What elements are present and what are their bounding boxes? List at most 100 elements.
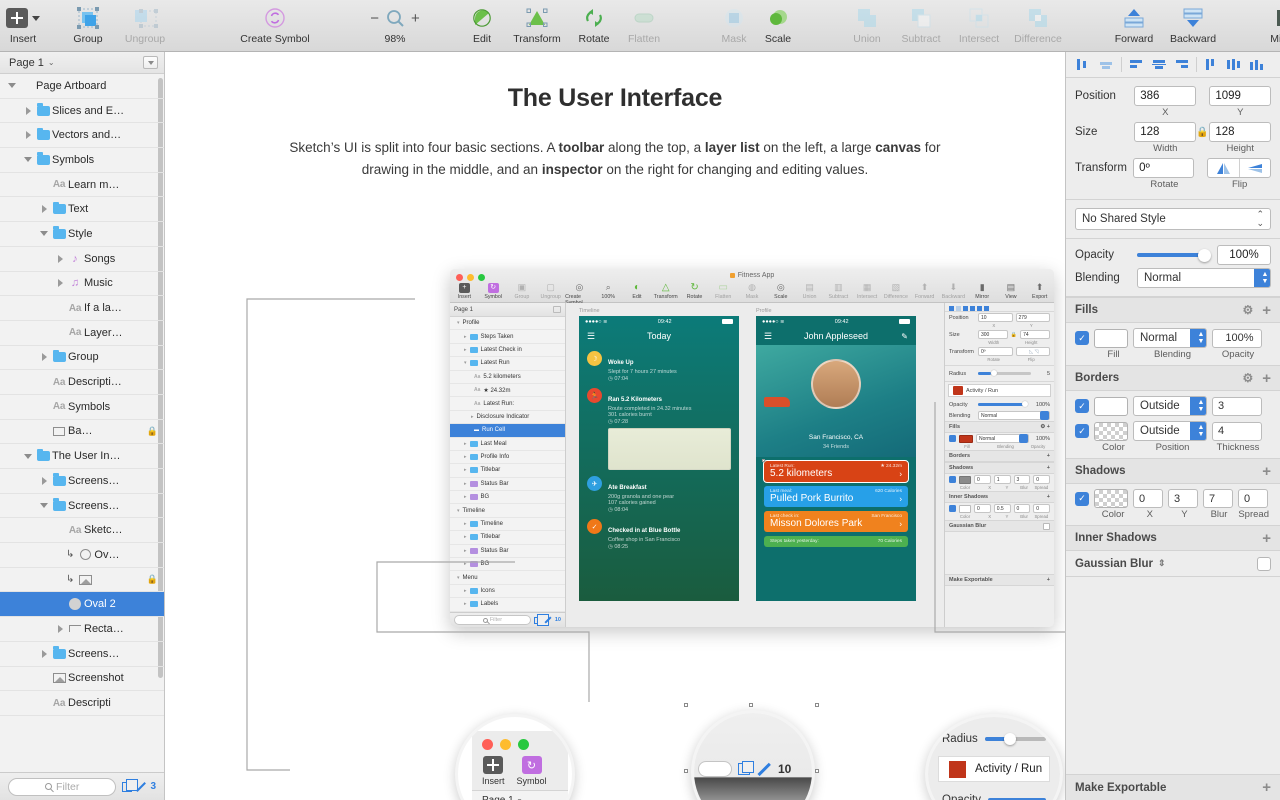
- fill-blending-select[interactable]: Normal ▲ ▼: [1133, 328, 1207, 348]
- gear-icon[interactable]: ⚙: [1242, 371, 1253, 385]
- toolbar-intersect-button[interactable]: Intersect: [950, 0, 1008, 46]
- layer-row[interactable]: Ba… 🔒: [0, 420, 164, 445]
- layer-row[interactable]: Screenshot: [0, 667, 164, 692]
- page-selector-bar[interactable]: Page 1 ⌄: [0, 52, 164, 74]
- layer-row[interactable]: Style: [0, 222, 164, 247]
- layer-row[interactable]: Aa Sketc…: [0, 518, 164, 544]
- duplicate-icon[interactable]: [738, 760, 754, 775]
- stepper-icon[interactable]: ▲ ▼: [1190, 329, 1206, 347]
- mini-toolbar-item[interactable]: ◐ Edit: [623, 281, 652, 300]
- callout-insert-button[interactable]: Insert: [482, 756, 505, 786]
- layer-row[interactable]: ↳ Ov…: [0, 543, 164, 568]
- toolbar-forward-button[interactable]: Forward: [1106, 0, 1162, 46]
- align-top-icon[interactable]: [1127, 57, 1147, 73]
- toolbar-subtract-button[interactable]: Subtract: [892, 0, 950, 46]
- toolbar-scale-button[interactable]: Scale: [756, 0, 800, 46]
- height-input[interactable]: 128: [1209, 122, 1271, 142]
- mini-toolbar-item[interactable]: △ Transform: [651, 281, 680, 300]
- toolbar-ungroup-button[interactable]: Ungroup: [114, 0, 176, 46]
- border-position-select[interactable]: Outside ▲ ▼: [1133, 421, 1207, 441]
- callout-page-bar[interactable]: Page 1▾: [472, 790, 568, 800]
- toolbar-transform-button[interactable]: Transform: [504, 0, 570, 46]
- layer-row[interactable]: Recta…: [0, 617, 164, 642]
- mini-toolbar-item[interactable]: ↻ Symbol: [479, 281, 508, 300]
- pencil-icon[interactable]: [757, 762, 771, 776]
- opacity-slider[interactable]: [1137, 245, 1211, 265]
- disclosure-triangle[interactable]: [54, 279, 66, 288]
- layer-row[interactable]: Oval 2: [0, 592, 164, 618]
- gaussian-blur-label[interactable]: Gaussian Blur ⇕: [1075, 558, 1166, 570]
- mini-toolbar-item[interactable]: ◍ Mask: [738, 281, 767, 300]
- lock-icon[interactable]: 🔒: [1196, 127, 1209, 138]
- layer-row[interactable]: Aa Descripti…: [0, 370, 164, 395]
- stepper-icon[interactable]: ▲ ▼: [1190, 422, 1206, 440]
- lock-icon[interactable]: 🔒: [147, 426, 158, 437]
- disclosure-triangle[interactable]: [38, 649, 50, 658]
- align-center-horizontal-icon[interactable]: [1096, 57, 1116, 73]
- width-input[interactable]: 128: [1134, 122, 1196, 142]
- shadow-checkbox[interactable]: ✓: [1075, 491, 1089, 506]
- align-left-icon[interactable]: [1074, 57, 1094, 73]
- mini-toolbar-item[interactable]: ▤ Union: [795, 281, 824, 300]
- gear-icon[interactable]: ⚙: [1242, 303, 1253, 317]
- align-middle-icon[interactable]: [1149, 57, 1169, 73]
- border-color-swatch[interactable]: [1094, 421, 1128, 441]
- canvas-area[interactable]: The User Interface Sketch’s UI is split …: [165, 52, 1065, 800]
- stepper-icon[interactable]: ▲ ▼: [1190, 397, 1206, 415]
- layer-row[interactable]: Screens…: [0, 494, 164, 519]
- mini-toolbar-item[interactable]: ▧ Difference: [881, 281, 910, 300]
- toolbar-insert-button[interactable]: Insert: [6, 0, 40, 46]
- gaussian-blur-checkbox[interactable]: [1257, 556, 1271, 571]
- disclosure-triangle[interactable]: [38, 231, 50, 237]
- mini-toolbar-item[interactable]: ◎ Scale: [766, 281, 795, 300]
- mini-toolbar-item[interactable]: ▭ Flatten: [709, 281, 738, 300]
- disclosure-triangle[interactable]: [54, 254, 66, 263]
- layer-row[interactable]: Screens…: [0, 642, 164, 667]
- layer-row[interactable]: ♫ Music: [0, 272, 164, 297]
- layer-row[interactable]: Aa Descripti: [0, 691, 164, 716]
- toolbar-zoom-control[interactable]: − + 98%: [356, 0, 434, 46]
- shadow-blur-input[interactable]: 7: [1203, 489, 1233, 508]
- mini-toolbar-item[interactable]: ↻ Rotate: [680, 281, 709, 300]
- add-shadow-button[interactable]: +: [1262, 464, 1271, 479]
- disclosure-triangle[interactable]: [54, 624, 66, 633]
- mini-toolbar-item[interactable]: ▢ Ungroup: [536, 281, 565, 300]
- toolbar-mask-button[interactable]: Mask: [712, 0, 756, 46]
- page-selector[interactable]: Page 1 ⌄: [9, 57, 55, 69]
- layer-row[interactable]: ↳ 🔒: [0, 568, 164, 593]
- layer-row[interactable]: Aa Layer…: [0, 321, 164, 346]
- border-position-select[interactable]: Outside ▲ ▼: [1133, 396, 1207, 416]
- add-inner-shadow-button[interactable]: +: [1262, 531, 1271, 546]
- disclosure-triangle[interactable]: [6, 83, 18, 89]
- mini-toolbar-item[interactable]: ⌕ 100%: [594, 281, 623, 300]
- callout-filter-input[interactable]: [698, 761, 732, 777]
- mini-toolbar-item[interactable]: ⬆ Forward: [910, 281, 939, 300]
- layer-row[interactable]: The User In…: [0, 444, 164, 469]
- shadow-x-input[interactable]: 0: [1133, 489, 1163, 508]
- pencil-icon[interactable]: [136, 781, 147, 792]
- layer-row[interactable]: Slices and E…: [0, 99, 164, 124]
- mini-toolbar-item[interactable]: ⬇ Backward: [939, 281, 968, 300]
- disclosure-triangle[interactable]: [22, 157, 34, 163]
- border-checkbox[interactable]: ✓: [1075, 424, 1089, 438]
- disclosure-triangle[interactable]: [22, 453, 34, 459]
- fill-color-swatch[interactable]: [1094, 328, 1128, 348]
- flip-horizontal-button[interactable]: [1208, 159, 1239, 177]
- layer-row[interactable]: Aa If a la…: [0, 296, 164, 321]
- fill-checkbox[interactable]: ✓: [1075, 331, 1089, 345]
- toolbar-edit-button[interactable]: Edit: [460, 0, 504, 46]
- disclosure-triangle[interactable]: [38, 353, 50, 362]
- shared-style-select[interactable]: No Shared Style ⌃ ⌄: [1075, 208, 1271, 230]
- toolbar-backward-button[interactable]: Backward: [1162, 0, 1224, 46]
- disclosure-triangle[interactable]: [22, 131, 34, 140]
- layer-row[interactable]: Text: [0, 197, 164, 223]
- mini-toolbar-item[interactable]: ▣ Group: [508, 281, 537, 300]
- layer-row[interactable]: Symbols: [0, 148, 164, 173]
- layer-row[interactable]: Page Artboard: [0, 74, 164, 99]
- disclosure-triangle[interactable]: [38, 503, 50, 509]
- lock-icon[interactable]: 🔒: [147, 574, 158, 585]
- disclosure-triangle[interactable]: [38, 476, 50, 485]
- callout-symbol-button[interactable]: ↻ Symbol: [517, 756, 547, 786]
- stepper-icon[interactable]: ⇕: [1158, 558, 1166, 569]
- toolbar-difference-button[interactable]: Difference: [1008, 0, 1068, 46]
